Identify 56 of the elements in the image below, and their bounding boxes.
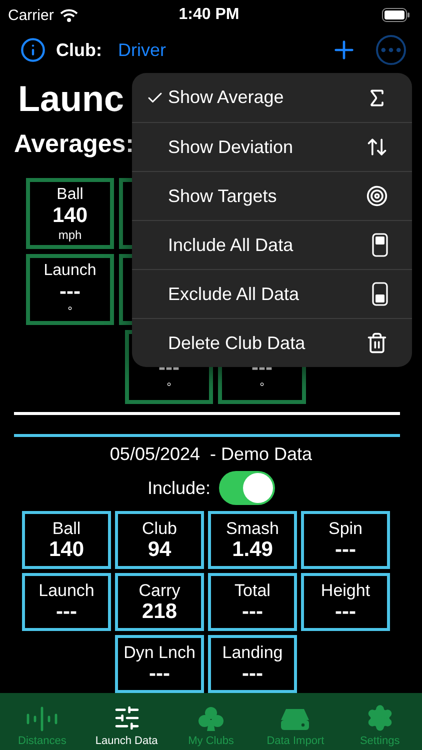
target-icon [366,185,388,207]
tile-value: 218 [142,600,178,624]
menu-item[interactable]: Show Average [132,73,412,122]
menu-item[interactable]: Show Deviation [132,122,412,171]
toggle-bottom-icon [372,282,388,306]
tab-item[interactable]: Launch Data [84,693,169,750]
tile-value: --- [335,538,356,562]
waveform-icon [26,706,58,732]
sort-arrows-icon [366,136,388,158]
tile-label: Launch [38,580,94,600]
tile-label: Landing [222,642,283,662]
session-title: 05/05/2024 - Demo Data [108,444,314,466]
tile-label: Height [320,580,370,600]
tile-value: 94 [148,538,172,562]
drive-icon [280,706,310,732]
menu-item[interactable]: Show Targets [132,171,412,220]
tile-label: Ball [52,518,81,538]
menu-item[interactable]: Delete Club Data [132,318,412,367]
tile-unit: ° [166,380,172,396]
tile-label: Dyn Lnch [124,642,196,662]
tile-label: Spin [328,518,363,538]
menu-item[interactable]: Exclude All Data [132,269,412,318]
toggle-top-icon [372,233,388,257]
sliders-icon [112,704,141,732]
tile-value: --- [149,662,170,686]
tile-value: --- [242,600,263,624]
tile-unit: ° [260,380,264,396]
averages-heading: Averages: [14,130,134,160]
tile-label: Ball [56,184,84,204]
carrier-label: Carrier [8,6,54,24]
tile-value: 140 [48,538,84,562]
tile-label: Club [142,518,177,538]
clock-time: 1:40 PM [178,6,240,24]
page-title: Launc [18,78,124,120]
club-label: Club: [56,40,102,60]
tile-label: Launch [44,260,96,280]
info-icon[interactable] [20,37,46,63]
include-switch[interactable] [218,471,275,506]
tile-value: --- [335,600,356,624]
tile-label: Total [234,580,270,600]
tile-unit: ° [68,304,72,319]
club-suit-icon [198,706,224,732]
tile-unit: mph [58,228,82,243]
tile-value: --- [60,280,80,304]
tile-label: Smash [226,518,279,538]
tile-value: 140 [52,204,88,228]
club-picker[interactable]: Driver [118,40,166,60]
tile-label: Carry [138,580,180,600]
tile-value: 1.49 [232,538,273,562]
trash-icon [366,332,388,354]
include-label: Include: [147,478,211,499]
menu-item[interactable]: Include All Data [132,220,412,269]
tile-value: --- [56,600,77,624]
tile-value: --- [242,662,263,686]
battery-icon [382,8,410,22]
wifi-icon [60,8,78,22]
